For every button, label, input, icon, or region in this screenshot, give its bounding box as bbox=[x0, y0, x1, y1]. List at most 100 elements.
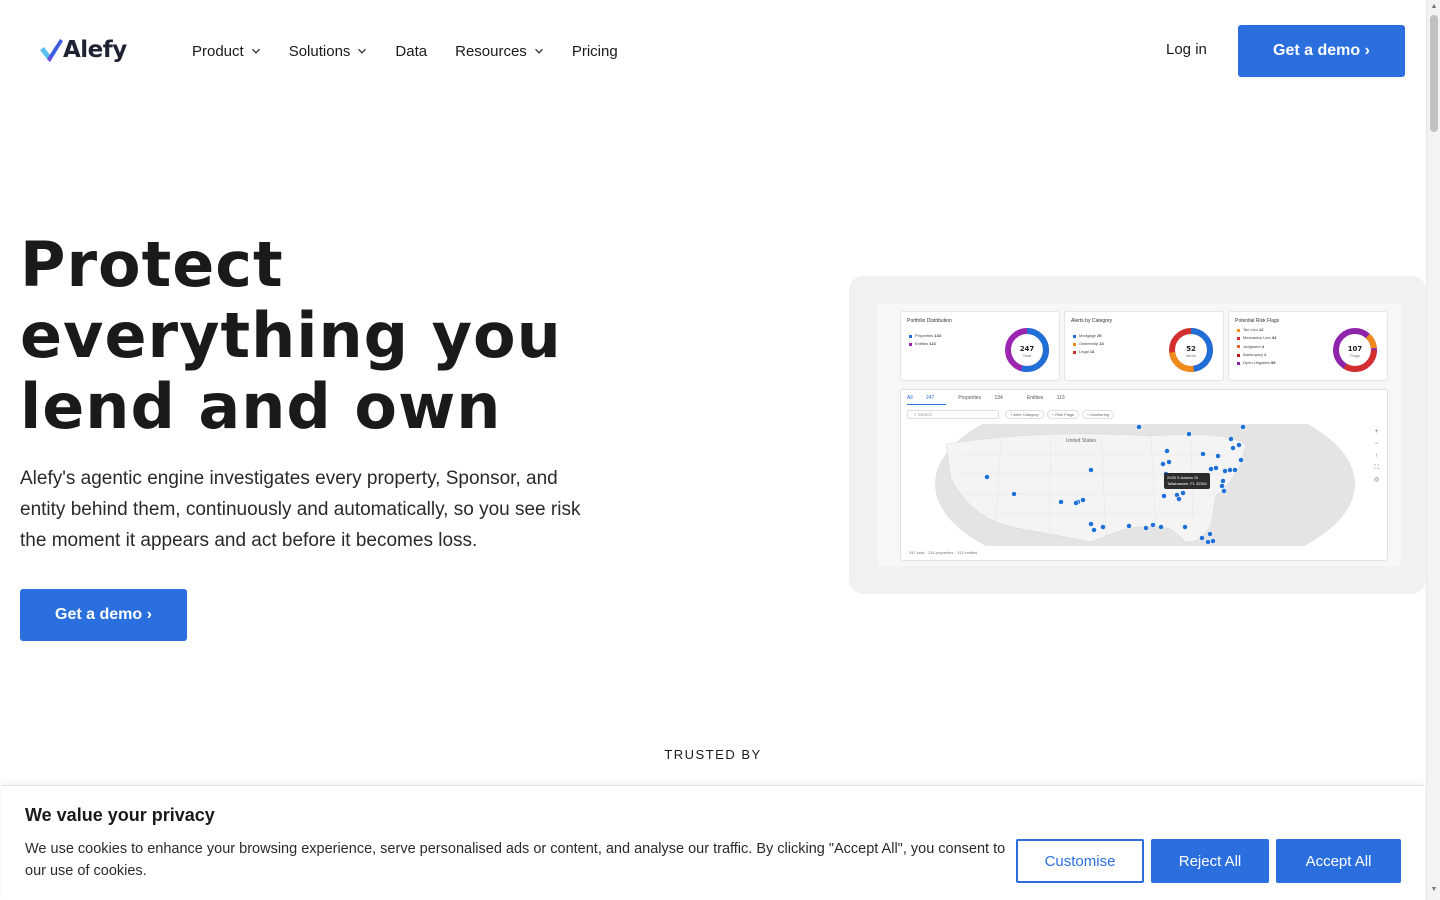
scroll-up-icon[interactable]: ▲ bbox=[1430, 3, 1438, 11]
map-marker[interactable] bbox=[1100, 524, 1106, 530]
map-marker[interactable] bbox=[1164, 448, 1170, 454]
map-marker[interactable] bbox=[1073, 500, 1079, 506]
locate-icon[interactable]: ◎ bbox=[1372, 476, 1381, 485]
reject-all-button[interactable]: Reject All bbox=[1151, 839, 1269, 883]
hero-get-demo-button[interactable]: Get a demo › bbox=[20, 589, 187, 641]
map-marker[interactable] bbox=[1215, 453, 1221, 459]
page-scrollbar[interactable]: ▲ ▼ bbox=[1426, 0, 1440, 900]
map-marker[interactable] bbox=[1166, 459, 1172, 465]
map-marker[interactable] bbox=[1186, 431, 1192, 437]
card-legend: Properties 134 Entities 113 bbox=[909, 332, 941, 348]
nav-resources[interactable]: Resources bbox=[455, 43, 544, 60]
map-marker[interactable] bbox=[1207, 531, 1213, 537]
map-search-input[interactable]: ⌕ Search bbox=[907, 410, 999, 419]
accept-all-button[interactable]: Accept All bbox=[1276, 839, 1401, 883]
donut-total: 247 bbox=[1020, 345, 1035, 353]
map-marker[interactable] bbox=[1221, 488, 1227, 494]
tab-all[interactable]: All 247 bbox=[907, 395, 947, 405]
map-marker[interactable] bbox=[1219, 483, 1225, 489]
tab-label: Entities bbox=[1026, 395, 1044, 401]
map-marker[interactable] bbox=[1200, 451, 1206, 457]
map-marker[interactable] bbox=[1180, 490, 1186, 496]
map-marker[interactable] bbox=[1088, 467, 1094, 473]
legend-value: 113 bbox=[929, 341, 936, 346]
nav-data-label: Data bbox=[395, 42, 428, 60]
zoom-in-icon[interactable]: + bbox=[1372, 428, 1381, 437]
map-marker[interactable] bbox=[1222, 468, 1228, 474]
tab-count: 134 bbox=[994, 395, 1003, 401]
legend-swatch bbox=[909, 334, 912, 338]
map-marker[interactable] bbox=[1228, 436, 1234, 442]
map-marker[interactable] bbox=[1126, 523, 1132, 529]
fullscreen-icon[interactable]: ⛶ bbox=[1372, 464, 1381, 473]
map-marker[interactable] bbox=[1236, 442, 1242, 448]
nav-data[interactable]: Data bbox=[395, 43, 427, 60]
map-tabs: All 247 Properties 134 Entities 113 bbox=[907, 395, 1089, 405]
filter-chip[interactable]: + Alert Category bbox=[1005, 410, 1044, 419]
donut-total: 107 bbox=[1348, 345, 1363, 353]
map-marker[interactable] bbox=[1080, 497, 1086, 503]
customise-button[interactable]: Customise bbox=[1016, 839, 1144, 883]
scroll-down-icon[interactable]: ▼ bbox=[1430, 886, 1438, 894]
zoom-out-icon[interactable]: − bbox=[1372, 440, 1381, 449]
map-marker[interactable] bbox=[1238, 457, 1244, 463]
filter-chip[interactable]: + Monitoring bbox=[1081, 410, 1115, 419]
map-marker[interactable] bbox=[1232, 467, 1238, 473]
map-marker[interactable] bbox=[1240, 424, 1246, 430]
legend-item: Mortgage 25 bbox=[1073, 332, 1104, 340]
map-marker[interactable] bbox=[1143, 525, 1149, 531]
cookie-text: We use cookies to enhance your browsing … bbox=[25, 841, 1006, 879]
map-marker[interactable] bbox=[1230, 445, 1236, 451]
compass-icon[interactable]: ↑ bbox=[1372, 452, 1381, 461]
map-marker[interactable] bbox=[1058, 499, 1064, 505]
map-marker[interactable] bbox=[1199, 535, 1205, 541]
portfolio-distribution-card: Portfolio Distribution Properties 134 En… bbox=[900, 311, 1060, 381]
tab-count: 247 bbox=[925, 395, 935, 401]
legend-swatch bbox=[1237, 328, 1240, 332]
map-marker[interactable] bbox=[1220, 478, 1226, 484]
header-get-demo-button[interactable]: Get a demo › bbox=[1238, 25, 1405, 77]
nav-product[interactable]: Product bbox=[192, 43, 261, 60]
search-icon: ⌕ bbox=[914, 412, 917, 417]
map-marker[interactable] bbox=[1176, 496, 1182, 502]
card-legend: Mortgage 25 Ownership 13 Legal 14 bbox=[1073, 332, 1104, 356]
tab-label: All bbox=[907, 395, 913, 401]
chevron-down-icon bbox=[534, 48, 543, 54]
map-marker[interactable] bbox=[1091, 527, 1097, 533]
card-title: Portfolio Distribution bbox=[907, 318, 952, 324]
map-marker[interactable] bbox=[1161, 493, 1167, 499]
map-marker[interactable] bbox=[984, 474, 990, 480]
map-marker[interactable] bbox=[1208, 466, 1214, 472]
logo[interactable]: Alefy bbox=[38, 36, 127, 64]
dashboard-preview: Portfolio Distribution Properties 134 En… bbox=[849, 276, 1426, 594]
nav-solutions[interactable]: Solutions bbox=[289, 43, 368, 60]
main-nav: Product Solutions Data Resources Pricing bbox=[192, 40, 646, 62]
map-marker[interactable] bbox=[1182, 524, 1188, 530]
map-marker[interactable] bbox=[1210, 538, 1216, 544]
map-marker[interactable] bbox=[1150, 522, 1156, 528]
checkmark-logo-icon bbox=[40, 39, 63, 62]
login-link[interactable]: Log in bbox=[1166, 41, 1207, 58]
map-marker[interactable] bbox=[1011, 491, 1017, 497]
alerts-by-category-card: Alerts by Category Mortgage 25 Ownership… bbox=[1064, 311, 1224, 381]
map-marker[interactable] bbox=[1158, 524, 1164, 530]
scrollbar-thumb[interactable] bbox=[1430, 15, 1438, 132]
map-marker[interactable] bbox=[1213, 465, 1219, 471]
filter-chip[interactable]: + Risk Flags bbox=[1046, 410, 1079, 419]
legend-value: 2 bbox=[1264, 351, 1267, 357]
nav-pricing-label: Pricing bbox=[571, 42, 618, 60]
logo-wordmark: Alefy bbox=[63, 37, 127, 63]
legend-label: Open Litigation bbox=[1243, 360, 1270, 366]
map-marker[interactable] bbox=[1205, 539, 1211, 545]
legend-label: Properties bbox=[915, 333, 934, 338]
map-marker[interactable] bbox=[1088, 521, 1094, 527]
potential-risk-flags-card: Potential Risk Flags Tax Lien 12 Mechani… bbox=[1228, 311, 1388, 381]
nav-pricing[interactable]: Pricing bbox=[572, 43, 618, 60]
map-marker[interactable] bbox=[1160, 461, 1166, 467]
map-marker[interactable] bbox=[1136, 424, 1142, 430]
tab-properties[interactable]: Properties 134 bbox=[958, 395, 1015, 405]
map-marker[interactable] bbox=[1227, 467, 1233, 473]
legend-value: 34 bbox=[1271, 335, 1277, 341]
donut-total: 52 bbox=[1186, 345, 1196, 353]
tab-entities[interactable]: Entities 113 bbox=[1027, 395, 1077, 405]
